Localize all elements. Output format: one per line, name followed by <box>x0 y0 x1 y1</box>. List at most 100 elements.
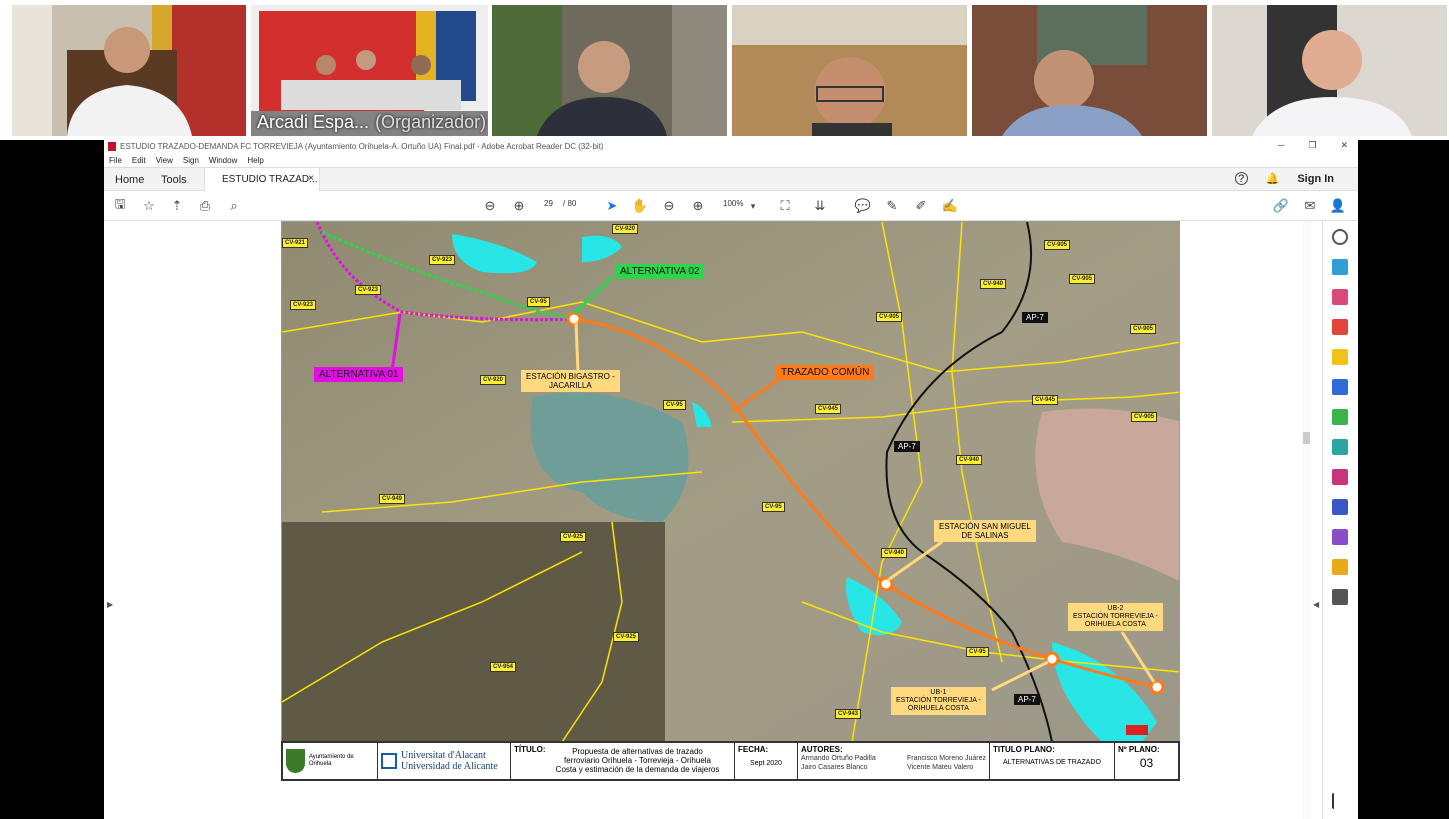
right-panel-collapse-icon[interactable]: ◀ <box>1313 600 1319 609</box>
tab-tools[interactable]: Tools <box>161 174 187 186</box>
aerial-map-image <box>282 222 1179 742</box>
bookmark-star-icon[interactable]: ☆ <box>140 197 158 215</box>
ua-name-val: Universitat d'Alacant <box>401 750 486 761</box>
label-trazado-comun: TRAZADO COMÚN <box>776 365 875 380</box>
fit-page-icon[interactable]: ⛶ <box>776 197 794 215</box>
autor-4: Vicente Mateu Valero <box>907 764 974 771</box>
participant-video-5[interactable] <box>972 5 1207 136</box>
highlight-pen-icon[interactable]: ✎ <box>883 197 901 215</box>
autores-cell: AUTORES: Armando Ortuño Padilla Jairo Ca… <box>798 743 990 779</box>
select-cursor-icon[interactable]: ➤ <box>603 197 621 215</box>
menu-file[interactable]: File <box>109 156 122 165</box>
sign-in-button[interactable]: Sign In <box>1297 173 1334 185</box>
menu-edit[interactable]: Edit <box>132 156 146 165</box>
protect-shield-icon[interactable] <box>1332 499 1348 515</box>
titulo-plano-cell: TITULO PLANO: ALTERNATIVAS DE TRAZADO <box>990 743 1115 779</box>
autor-3: Jairo Casares Blanco <box>801 764 868 771</box>
tab-document-label: ESTUDIO TRAZAD... <box>222 174 318 185</box>
road-label: CV-923 <box>429 255 456 265</box>
page-number-input[interactable]: 29 <box>544 199 553 208</box>
more-tools-icon[interactable] <box>1332 589 1348 605</box>
road-label: CV-940 <box>980 279 1007 289</box>
label-ub1: UB-1 ESTACIÓN TORREVIEJA - ORIHUELA COST… <box>891 687 986 715</box>
label-estacion-bigastro: ESTACIÓN BIGASTRO - JACARILLA <box>521 370 620 392</box>
previous-page-icon[interactable]: ⊖ <box>481 197 499 215</box>
export-pdf-icon[interactable] <box>1332 319 1348 335</box>
menu-view[interactable]: View <box>156 156 173 165</box>
print-icon[interactable]: ⎙ <box>196 197 214 215</box>
road-label: CV-905 <box>876 312 903 322</box>
add-user-icon[interactable]: 👤 <box>1329 197 1347 215</box>
send-review-icon[interactable] <box>1332 559 1348 575</box>
zoom-out-icon[interactable]: ⊖ <box>660 197 678 215</box>
fill-sign-icon[interactable]: ✍ <box>941 197 959 215</box>
minimize-button[interactable]: ─ <box>1278 140 1284 151</box>
zoom-tool-icon[interactable] <box>1332 229 1348 245</box>
left-panel-toggle-icon[interactable]: ▶ <box>107 600 113 609</box>
ua-name-es: Universidad de Alicante <box>401 761 498 772</box>
road-label: CV-923 <box>290 300 317 310</box>
participant-video-2[interactable]: Arcadi Espa... (Organizador) <box>251 5 488 136</box>
window-titlebar: ESTUDIO TRAZADO-DEMANDA FC TORREVIEJA (A… <box>104 139 1358 154</box>
ub1-line2: ESTACIÓN TORREVIEJA - <box>896 697 981 704</box>
tab-close-icon[interactable]: × <box>308 173 314 184</box>
zoom-level-select[interactable]: 100% <box>723 199 743 208</box>
create-pdf-icon[interactable] <box>1332 259 1348 275</box>
combine-files-icon[interactable] <box>1332 379 1348 395</box>
autores-label: AUTORES: <box>801 745 843 754</box>
participant-5-image <box>972 5 1207 136</box>
menu-sign[interactable]: Sign <box>183 156 199 165</box>
scroll-mode-icon[interactable]: ⇊ <box>811 197 829 215</box>
menu-window[interactable]: Window <box>209 156 237 165</box>
chevron-down-icon[interactable]: ▾ <box>744 197 762 215</box>
participant-3-image <box>492 5 727 136</box>
maximize-button[interactable]: ❐ <box>1308 140 1316 151</box>
page-total: / 80 <box>563 199 577 208</box>
autor-2: Francisco Moreno Juárez <box>907 755 986 762</box>
fill-sign-tool-icon[interactable] <box>1332 469 1348 485</box>
sign-tool-icon[interactable] <box>1332 529 1348 545</box>
vertical-scrollbar[interactable] <box>1302 221 1311 819</box>
fecha-value: Sept 2020 <box>750 760 782 767</box>
edit-pdf-icon[interactable] <box>1332 409 1348 425</box>
collapse-pane-icon[interactable] <box>1332 793 1348 809</box>
est2-line2: DE SALINAS <box>961 531 1009 540</box>
scrollbar-thumb[interactable] <box>1303 432 1310 444</box>
compress-pdf-icon[interactable] <box>1332 439 1348 455</box>
tab-document[interactable]: ESTUDIO TRAZAD... × <box>204 168 320 192</box>
road-label: CV-920 <box>612 224 639 234</box>
participant-video-3[interactable] <box>492 5 727 136</box>
tab-home[interactable]: Home <box>115 174 144 186</box>
draw-icon[interactable]: ✐ <box>912 197 930 215</box>
road-label: CV-95 <box>527 297 550 307</box>
comment-icon[interactable]: 💬 <box>854 197 872 215</box>
university-logo-cell: Universitat d'Alacant Universidad de Ali… <box>378 743 511 779</box>
road-label: CV-921 <box>282 238 309 248</box>
participant-video-1[interactable] <box>12 5 246 136</box>
participant-video-4[interactable] <box>732 5 967 136</box>
search-icon[interactable]: ⌕ <box>225 197 243 215</box>
road-label-ap7: AP-7 <box>1022 312 1048 323</box>
organize-pages-icon[interactable] <box>1332 289 1348 305</box>
road-label-ap7: AP-7 <box>1014 694 1040 705</box>
next-page-icon[interactable]: ⊕ <box>510 197 528 215</box>
participant-video-6[interactable] <box>1212 5 1447 136</box>
ayuntamiento-name: Ayuntamiento de Orihuela <box>308 754 354 767</box>
upload-cloud-icon[interactable]: ⇡ <box>168 197 186 215</box>
close-window-button[interactable]: ✕ <box>1340 140 1348 151</box>
menu-help[interactable]: Help <box>247 156 263 165</box>
zoom-in-icon[interactable]: ⊕ <box>689 197 707 215</box>
save-icon[interactable]: 🖫 <box>111 196 129 215</box>
hand-tool-icon[interactable]: ✋ <box>631 197 649 215</box>
acrobat-window: ESTUDIO TRAZADO-DEMANDA FC TORREVIEJA (A… <box>104 139 1358 819</box>
road-label: CV-954 <box>490 662 517 672</box>
comment-tool-icon[interactable] <box>1332 349 1348 365</box>
titulo-plano-label: TITULO PLANO: <box>993 745 1055 754</box>
autor-1: Armando Ortuño Padilla <box>801 755 876 762</box>
notifications-bell-icon[interactable]: 🔔 <box>1266 172 1280 185</box>
pdf-file-icon <box>108 142 116 151</box>
document-view[interactable]: ▶ ALTERNATIVA 01 ALTERNATIVA 02 TRAZADO … <box>104 221 1322 819</box>
email-icon[interactable]: ✉ <box>1301 197 1319 215</box>
help-icon[interactable]: ? <box>1234 172 1248 185</box>
edit-link-icon[interactable]: 🔗 <box>1272 197 1290 215</box>
